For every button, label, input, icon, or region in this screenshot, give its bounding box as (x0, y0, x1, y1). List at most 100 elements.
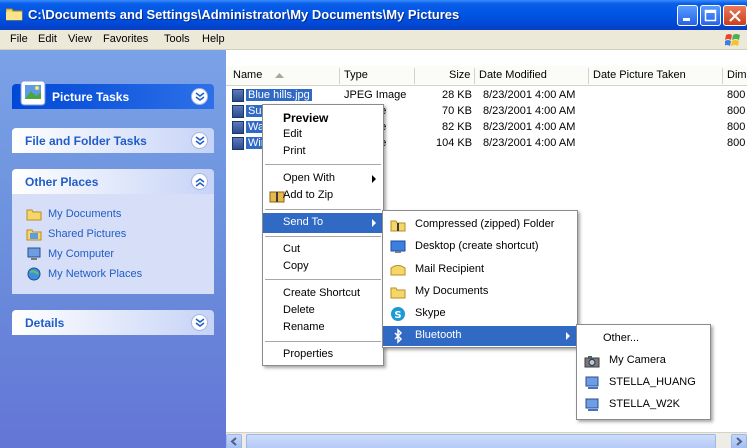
maximize-button[interactable] (700, 5, 721, 26)
menu-item-label: Send To (283, 216, 324, 228)
column-dimensions[interactable]: Dim (727, 69, 747, 81)
menu-item-label: Cut (283, 243, 301, 255)
scroll-left-button[interactable] (226, 434, 242, 448)
menu-item-label: Other... (603, 332, 640, 344)
jpeg-file-icon (232, 121, 244, 134)
title-bar[interactable]: C:\Documents and Settings\Administrator\… (0, 0, 747, 30)
collapse-chevron-button[interactable] (191, 88, 208, 105)
bluetooth-stella-w2k[interactable]: STELLA_W2K (577, 395, 710, 415)
bluetooth-other[interactable]: Other... (577, 329, 710, 349)
bluetooth-stella-huang[interactable]: STELLA_HUANG (577, 373, 710, 393)
file-date-modified: 8/23/2001 4:00 AM (483, 105, 576, 117)
table-row[interactable]: Blue hills.jpg JPEG Image 28 KB 8/23/200… (226, 88, 747, 104)
send-to-mail-recipient[interactable]: Mail Recipient (383, 260, 577, 280)
other-places-group: Other Places My Documents Shared Picture… (12, 169, 214, 294)
place-my-computer[interactable]: My Computer (26, 244, 204, 264)
expand-chevron-button[interactable] (191, 314, 208, 331)
menu-item-label: Create Shortcut (283, 287, 361, 299)
file-folder-tasks-title: File and Folder Tasks (25, 134, 147, 148)
chevron-right-icon (736, 437, 743, 446)
menu-item-label: Bluetooth (415, 329, 462, 341)
bluetooth-submenu: Other... My Camera STELLA_HUANG STELLA_W… (576, 324, 711, 420)
send-to-compressed-folder[interactable]: Compressed (zipped) Folder (383, 215, 577, 235)
menu-item-label: Desktop (create shortcut) (415, 240, 539, 252)
bluetooth-my-camera[interactable]: My Camera (577, 351, 710, 371)
close-icon (729, 10, 741, 22)
file-folder-tasks-header[interactable]: File and Folder Tasks (12, 128, 214, 153)
folder-icon (26, 209, 42, 221)
menu-item-rename[interactable]: Rename (263, 318, 383, 338)
menu-item-label: Rename (283, 321, 325, 333)
place-shared-pictures[interactable]: Shared Pictures (26, 224, 204, 244)
send-to-skype[interactable]: S Skype (383, 304, 577, 324)
send-to-my-documents[interactable]: My Documents (383, 282, 577, 302)
menu-item-label: Edit (283, 128, 302, 140)
picture-tasks-header[interactable]: Picture Tasks (12, 80, 214, 109)
menu-item-add-to-zip[interactable]: Add to Zip (263, 186, 383, 206)
chevron-down-icon (195, 92, 205, 101)
menu-edit[interactable]: Edit (38, 33, 57, 45)
menu-item-label: Compressed (zipped) Folder (415, 218, 555, 230)
menu-tools[interactable]: Tools (164, 33, 190, 45)
computer-icon (585, 376, 599, 389)
horizontal-scrollbar[interactable] (226, 432, 747, 448)
column-name[interactable]: Name (233, 69, 262, 81)
place-label: My Network Places (48, 268, 143, 280)
sort-ascending-icon (275, 73, 284, 78)
computer-icon (585, 398, 599, 411)
menu-item-label: Add to Zip (283, 189, 334, 201)
submenu-arrow-icon (372, 175, 376, 183)
other-places-title: Other Places (25, 175, 99, 189)
menu-item-label: Properties (283, 348, 334, 360)
mail-icon (390, 265, 406, 276)
send-to-desktop[interactable]: Desktop (create shortcut) (383, 237, 577, 257)
menu-file[interactable]: File (10, 33, 28, 45)
camera-icon (584, 356, 600, 368)
jpeg-file-icon (232, 105, 244, 118)
menu-item-label: My Camera (609, 354, 666, 366)
folder-icon (390, 287, 406, 299)
picture-tasks-title: Picture Tasks (52, 90, 130, 104)
menu-item-print[interactable]: Print (263, 142, 383, 162)
details-header[interactable]: Details (12, 310, 214, 335)
chevron-left-icon (230, 437, 237, 446)
other-places-list: My Documents Shared Pictures My Computer… (12, 194, 214, 294)
menu-item-label: Print (283, 145, 306, 157)
file-dimensions: 800 (727, 121, 746, 133)
scroll-right-button[interactable] (731, 434, 747, 448)
place-my-network-places[interactable]: My Network Places (26, 264, 204, 284)
menu-item-label: Copy (283, 260, 309, 272)
menu-item-send-to[interactable]: Send To (263, 213, 383, 233)
send-to-bluetooth[interactable]: Bluetooth (383, 326, 577, 346)
collapse-chevron-button[interactable] (191, 173, 208, 190)
menu-view[interactable]: View (68, 33, 92, 45)
menu-favorites[interactable]: Favorites (103, 33, 148, 45)
expand-chevron-button[interactable] (191, 132, 208, 149)
column-date-modified[interactable]: Date Modified (479, 69, 547, 81)
send-to-submenu: Compressed (zipped) Folder Desktop (crea… (382, 210, 578, 348)
picture-tasks-group: Picture Tasks (12, 80, 214, 109)
file-dimensions: 800 (727, 105, 746, 117)
menu-help[interactable]: Help (202, 33, 225, 45)
picture-tasks-icon (20, 80, 46, 106)
close-button[interactable] (723, 5, 747, 26)
details-title: Details (25, 316, 65, 330)
menu-item-copy[interactable]: Copy (263, 257, 383, 277)
menu-item-label: STELLA_HUANG (609, 376, 696, 388)
menu-item-label: My Documents (415, 285, 489, 297)
menu-item-label: Delete (283, 304, 315, 316)
folder-icon (6, 8, 23, 21)
minimize-button[interactable] (677, 5, 698, 26)
maximize-icon (704, 9, 717, 22)
scroll-thumb[interactable] (246, 434, 716, 448)
menu-item-label: STELLA_W2K (609, 398, 680, 410)
chevron-down-icon (195, 318, 205, 327)
place-my-documents[interactable]: My Documents (26, 204, 204, 224)
column-type[interactable]: Type (344, 69, 368, 81)
file-folder-tasks-group: File and Folder Tasks (12, 128, 214, 153)
column-size[interactable]: Size (449, 69, 470, 81)
other-places-header[interactable]: Other Places (12, 169, 214, 194)
menu-item-properties[interactable]: Properties (263, 345, 383, 365)
file-type: JPEG Image (344, 89, 407, 101)
column-date-picture-taken[interactable]: Date Picture Taken (593, 69, 686, 81)
